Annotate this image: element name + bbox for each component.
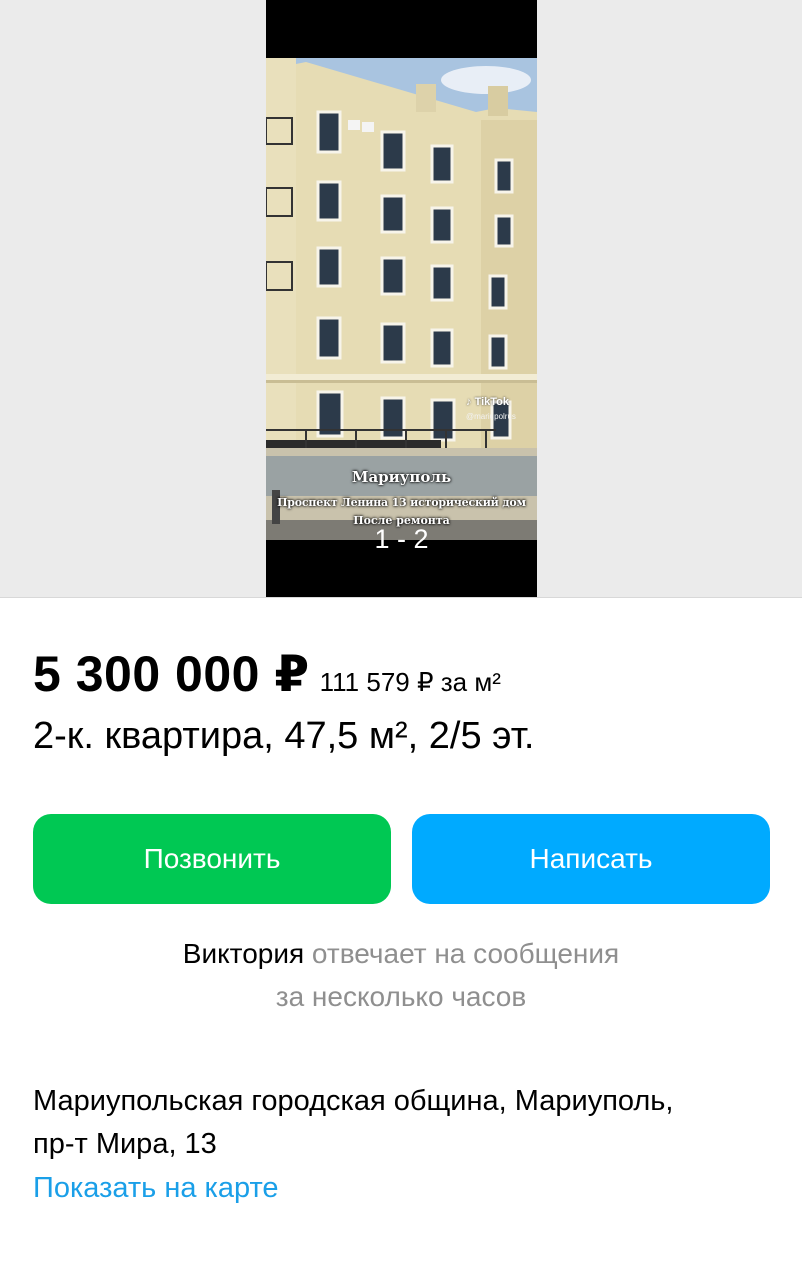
overlay-city: Мариуполь (351, 468, 452, 486)
seller-response-info: Виктория отвечает на сообщения за нескол… (0, 932, 802, 1018)
response-time-text-2: за несколько часов (275, 981, 527, 1012)
overlay-address: Проспект Ленина 13 исторический дом (277, 496, 526, 509)
tiktok-handle: @mariupolrus (466, 412, 516, 421)
photo-counter: 1 - 2 (374, 524, 429, 554)
tiktok-watermark: ♪ TikTok (466, 396, 509, 408)
price-per-m2: 111 579 ₽ за м² (319, 667, 501, 697)
gallery-divider (0, 597, 802, 598)
write-button[interactable]: Написать (412, 814, 770, 904)
show-on-map-link[interactable]: Показать на карте (33, 1172, 279, 1205)
listing-photo[interactable]: Мариуполь Проспект Ленина 13 исторически… (266, 0, 537, 598)
price: 5 300 000 ₽ (33, 646, 310, 702)
address: Мариупольская городская община, Мариупол… (33, 1080, 773, 1166)
price-row: 5 300 000 ₽ 111 579 ₽ за м² (33, 645, 501, 703)
listing-title: 2-к. квартира, 47,5 м², 2/5 эт. (33, 715, 535, 757)
response-time-text-1: отвечает на сообщения (311, 938, 620, 969)
address-line-2: пр-т Мира, 13 (33, 1128, 217, 1160)
address-line-1: Мариупольская городская община, Мариупол… (33, 1085, 674, 1117)
seller-name[interactable]: Виктория (183, 938, 304, 969)
photo-gallery[interactable]: Мариуполь Проспект Ленина 13 исторически… (0, 0, 802, 598)
call-button[interactable]: Позвонить (33, 814, 391, 904)
tiktok-icon: ♪ (466, 396, 472, 408)
